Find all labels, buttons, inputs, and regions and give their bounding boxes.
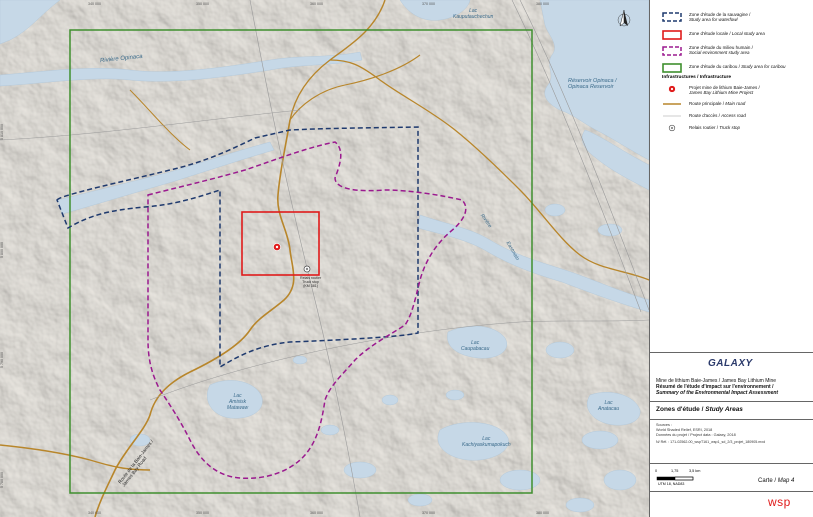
legend-social-symbol [662,46,682,56]
x-tick: 380 000 [536,2,549,6]
legend-local-symbol [662,30,682,40]
x-tick: 370 000 [422,511,435,515]
galaxy-logo: GALAXY [708,358,753,369]
label-lac-caupabacau: Lac Caupabacau [461,340,490,352]
legend-symbols [662,12,682,73]
legend-waterfowl-symbol [662,12,682,22]
legend-waterfowl: Zone d'étude de la sauvagine / Study area… [689,12,751,23]
map-frame: 340 000 350 000 360 000 370 000 380 000 … [0,0,650,517]
legend-mine: Projet mine de lithium Baie-James / James… [689,85,760,96]
source-2: Données du projet / Project data : Galax… [656,433,736,437]
map-canvas [0,0,650,517]
divider [650,491,813,492]
wsp-logo: wsp [768,495,791,509]
label-relais-routier: Relais routier Truck stop (KM 381) [300,276,322,288]
file-reference: N/ Réf. : 171-02562-00_wspT161_wsp1_sd_2… [656,440,766,444]
legend-caribou: Zone d'étude du caribou / Study area for… [689,64,786,69]
x-tick: 360 000 [310,511,323,515]
map-number: Carte / Map 4 [758,478,795,484]
y-tick: 5 790 000 [0,352,4,368]
x-tick: 370 000 [422,2,435,6]
legend-local: Zone d'étude locale / Local study area [689,31,765,36]
source-1: World Shaded Relief, ESRI, 2018 [656,428,713,432]
y-tick: 5 800 000 [0,242,4,258]
sources-label: Sources : [656,423,673,427]
divider [650,419,813,420]
legend-mine-symbol [668,85,676,93]
y-tick: 5 780 000 [0,472,4,488]
scale-label-0: 0 [655,469,658,473]
project-line3: Summary of the Environmental Impact Asse… [656,390,779,396]
legend-truck-stop-symbol [668,124,676,132]
legend-truck-stop: Relais routier / Truck stop [689,125,740,130]
x-tick: 340 000 [88,2,101,6]
x-tick: 380 000 [536,511,549,515]
x-tick: 340 000 [88,511,101,515]
legend-infra-title: Infrastructures / Infrastructure [662,75,732,80]
mine-project-symbol [273,243,281,251]
legend-panel: Zone d'étude de la sauvagine / Study area… [649,0,813,517]
projection: UTM 18, NAD83 [658,482,685,486]
truck-stop-symbol [303,265,311,273]
legend-social: Zone d'étude du milieu humain / Social en… [689,45,753,56]
label-reservoir-opinaca: Réservoir Opinaca / Opinaca Reservoir [568,78,617,90]
label-lac-anatacau: Lac Anatacau [598,400,620,412]
divider [650,401,813,402]
scale-label-2: 3,5 km [689,469,701,473]
legend-access-road: Route d'accès / Access road [689,113,746,118]
legend-study-areas: Zone d'étude de la sauvagine / Study area… [650,10,813,80]
legend-infra-symbols [663,85,681,132]
label-lac-kauputauchechun: Lac Kauputauchechun [453,8,494,20]
x-tick: 360 000 [310,2,323,6]
title-block: GALAXY Mine de lithium Baie-James / Jame… [650,352,813,517]
x-tick: 350 000 [196,511,209,515]
divider [650,463,813,464]
y-tick: 5 810 000 [0,124,4,140]
legend-main-road: Route principale / Main road [689,101,746,106]
label-lac-kachiyaskumapokuch: Lac Kachiyaskumapokuch [462,436,511,448]
map-figure: 340 000 350 000 360 000 370 000 380 000 … [0,0,813,517]
legend-caribou-symbol [662,63,682,73]
label-lac-amisisk: Lac Amisisk Matawaw [227,393,249,411]
scale-label-1: 1,75 [671,469,679,473]
x-tick: 350 000 [196,2,209,6]
map-title: Zones d'étude / Study Areas [656,406,743,413]
